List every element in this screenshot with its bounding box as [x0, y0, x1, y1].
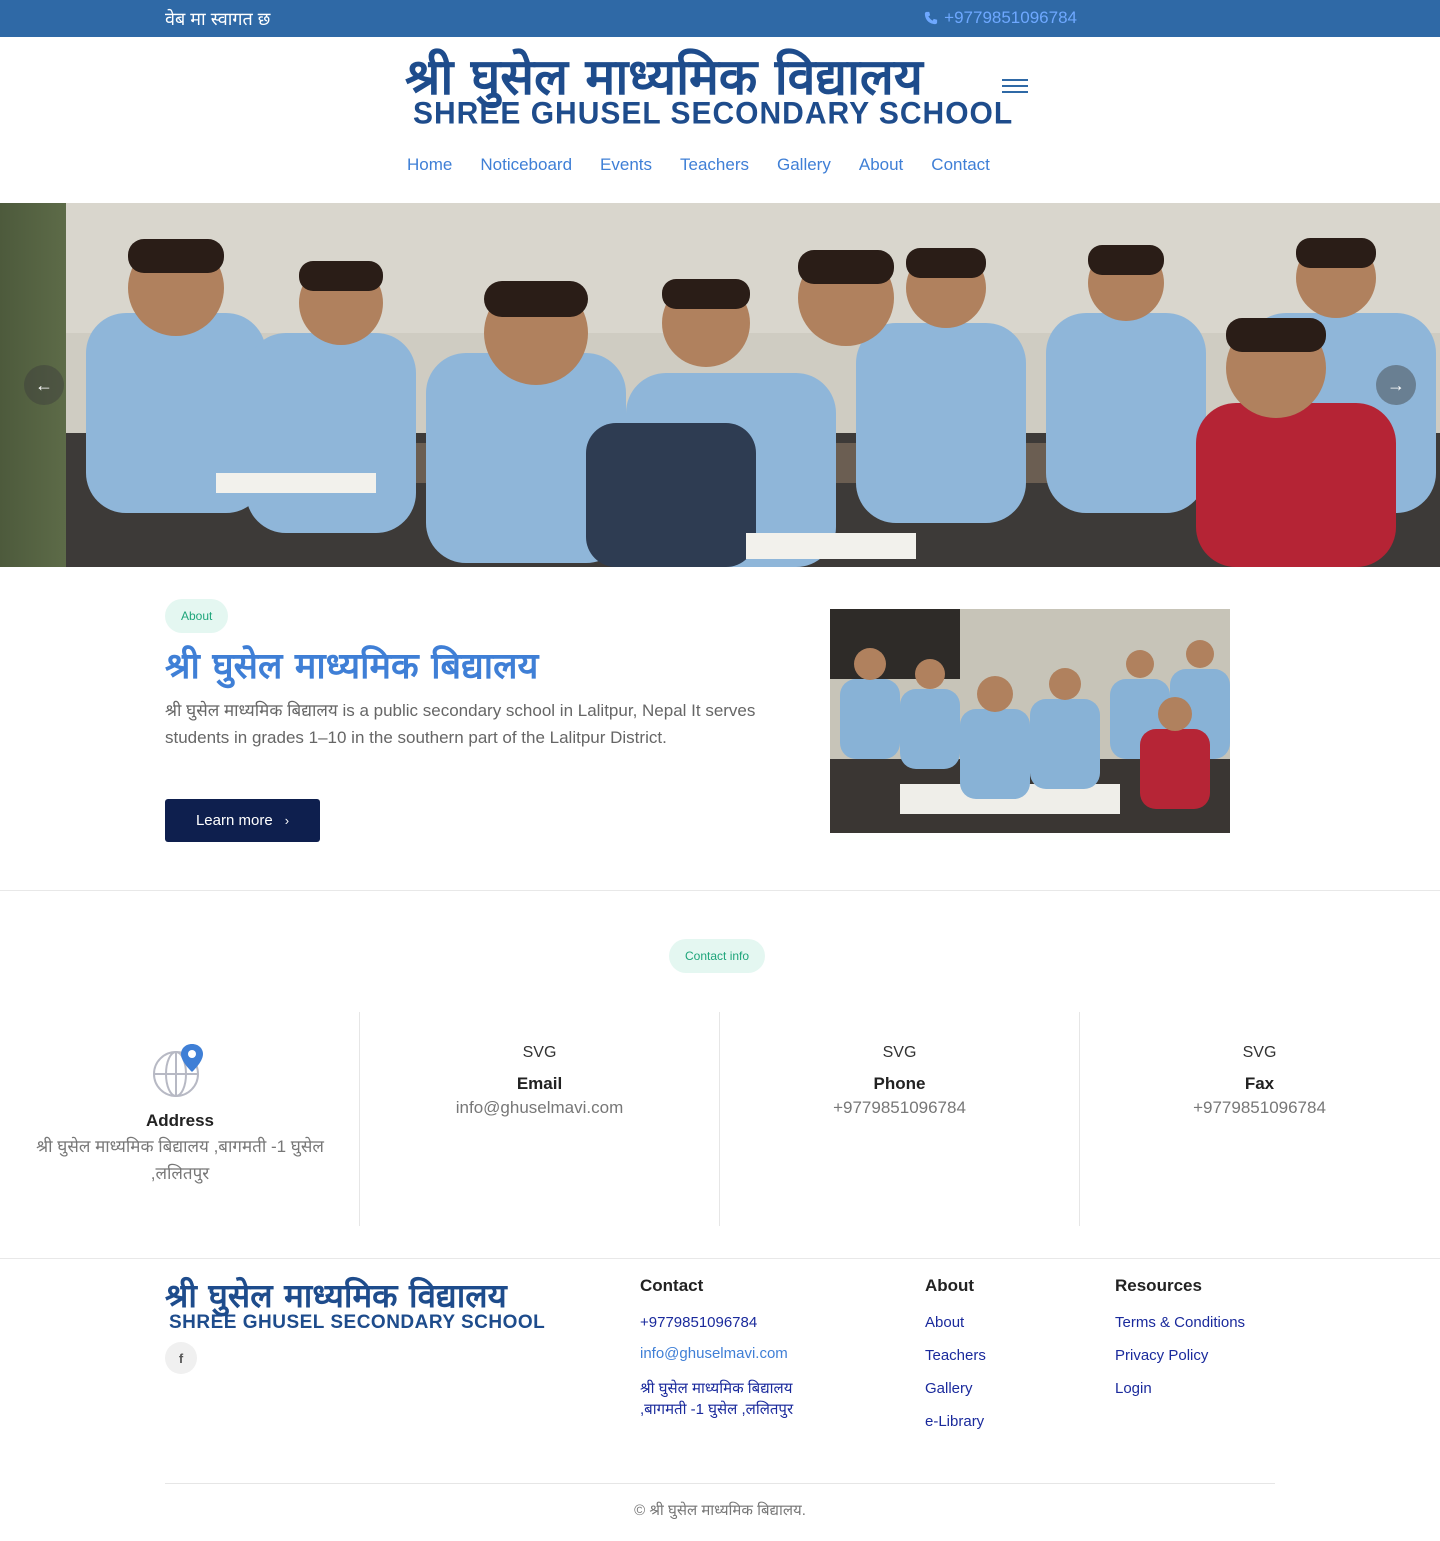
- fax-title: Fax: [1244, 1074, 1275, 1093]
- phone-column: SVG Phone +9779851096784: [719, 1012, 1079, 1226]
- nav-about[interactable]: About: [859, 155, 903, 175]
- fax-value: +9779851096784: [1193, 1098, 1326, 1117]
- footer-about: About About Teachers Gallery e-Library: [925, 1276, 986, 1444]
- topbar-phone-link[interactable]: +9779851096784: [924, 8, 1077, 28]
- slider-prev-button[interactable]: ←: [24, 365, 64, 405]
- main-nav: Home Noticeboard Events Teachers Gallery…: [407, 155, 990, 175]
- slider-next-button[interactable]: →: [1376, 365, 1416, 405]
- classroom-photo: [66, 203, 1440, 567]
- email-icon: SVG: [522, 1044, 557, 1061]
- footer-link-elibrary[interactable]: e-Library: [925, 1413, 986, 1430]
- nav-home[interactable]: Home: [407, 155, 452, 175]
- address-value: श्री घुसेल माध्यमिक बिद्यालय ,बागमती -1 …: [36, 1137, 324, 1183]
- about-badge: About: [165, 599, 229, 633]
- hamburger-menu-icon[interactable]: [1002, 79, 1028, 95]
- footer-contact: Contact +9779851096784 info@ghuselmavi.c…: [640, 1276, 800, 1420]
- learn-more-label: Learn more: [195, 812, 273, 829]
- nav-teachers[interactable]: Teachers: [680, 155, 749, 175]
- welcome-text: वेब मा स्वागत छ: [165, 9, 271, 29]
- phone-title: Phone: [873, 1074, 926, 1093]
- footer-logo[interactable]: श्री घुसेल माध्यमिक विद्यालय SHREE GHUSE…: [165, 1276, 560, 1336]
- fax-column: SVG Fax +9779851096784: [1079, 1012, 1439, 1226]
- chevron-right-icon: ›: [284, 813, 290, 828]
- footer-link-login[interactable]: Login: [1115, 1380, 1245, 1397]
- phone-value[interactable]: +9779851096784: [720, 1094, 1079, 1121]
- footer-address: श्री घुसेल माध्यमिक बिद्यालय ,बागमती -1 …: [640, 1380, 794, 1418]
- footer-resources: Resources Terms & Conditions Privacy Pol…: [1115, 1276, 1245, 1411]
- about-image: [830, 609, 1230, 833]
- footer-link-about[interactable]: About: [925, 1314, 986, 1331]
- top-bar: वेब मा स्वागत छ +9779851096784: [0, 0, 1440, 37]
- contact-info-badge: Contact info: [669, 939, 766, 973]
- email-value[interactable]: info@ghuselmavi.com: [360, 1094, 719, 1121]
- copyright-divider: [165, 1483, 1275, 1484]
- globe-location-icon: [153, 1044, 203, 1097]
- nav-contact[interactable]: Contact: [931, 155, 990, 175]
- email-column: SVG Email info@ghuselmavi.com: [359, 1012, 719, 1226]
- nav-gallery[interactable]: Gallery: [777, 155, 831, 175]
- fax-icon: SVG: [1242, 1044, 1277, 1061]
- footer-link-gallery[interactable]: Gallery: [925, 1380, 986, 1397]
- arrow-right-icon: →: [1387, 374, 1405, 395]
- footer-resources-title: Resources: [1115, 1276, 1202, 1295]
- about-description: श्री घुसेल माध्यमिक बिद्यालय is a public…: [165, 701, 756, 747]
- footer-contact-title: Contact: [640, 1276, 704, 1295]
- footer-divider: [0, 1258, 1440, 1259]
- address-column: Address श्री घुसेल माध्यमिक बिद्यालय ,बा…: [0, 1012, 360, 1226]
- footer-logo-english: SHREE GHUSEL SECONDARY SCHOOL: [169, 1312, 546, 1333]
- address-title: Address: [145, 1111, 215, 1130]
- copyright-text: © श्री घुसेल माध्यमिक बिद्यालय.: [634, 1502, 806, 1519]
- section-divider: [0, 890, 1440, 891]
- footer-link-privacy[interactable]: Privacy Policy: [1115, 1347, 1245, 1364]
- logo-english-text: SHREE GHUSEL SECONDARY SCHOOL: [413, 96, 1014, 131]
- phone-icon: [925, 11, 938, 25]
- site-logo[interactable]: श्री घुसेल माध्यमिक विद्यालय SHREE GHUSE…: [405, 45, 1012, 135]
- footer-link-terms[interactable]: Terms & Conditions: [1115, 1314, 1245, 1331]
- nav-events[interactable]: Events: [600, 155, 652, 175]
- hero-slider-image: [0, 203, 1440, 567]
- classroom-thumbnail: [830, 609, 1230, 833]
- nav-noticeboard[interactable]: Noticeboard: [480, 155, 572, 175]
- learn-more-button[interactable]: Learn more ›: [165, 799, 320, 842]
- email-title: Email: [516, 1074, 563, 1093]
- footer-phone-link[interactable]: +9779851096784: [640, 1314, 800, 1331]
- topbar-phone-number: +9779851096784: [944, 8, 1077, 27]
- about-title: श्री घुसेल माध्यमिक बिद्यालय: [165, 646, 539, 687]
- footer-about-title: About: [925, 1276, 975, 1295]
- arrow-left-icon: ←: [35, 374, 53, 395]
- footer-link-teachers[interactable]: Teachers: [925, 1347, 986, 1364]
- footer-logo-nepali: श्री घुसेल माध्यमिक विद्यालय: [165, 1276, 507, 1315]
- footer-email-link[interactable]: info@ghuselmavi.com: [640, 1345, 800, 1362]
- facebook-icon[interactable]: f: [165, 1342, 197, 1374]
- phone-icon: SVG: [882, 1044, 917, 1061]
